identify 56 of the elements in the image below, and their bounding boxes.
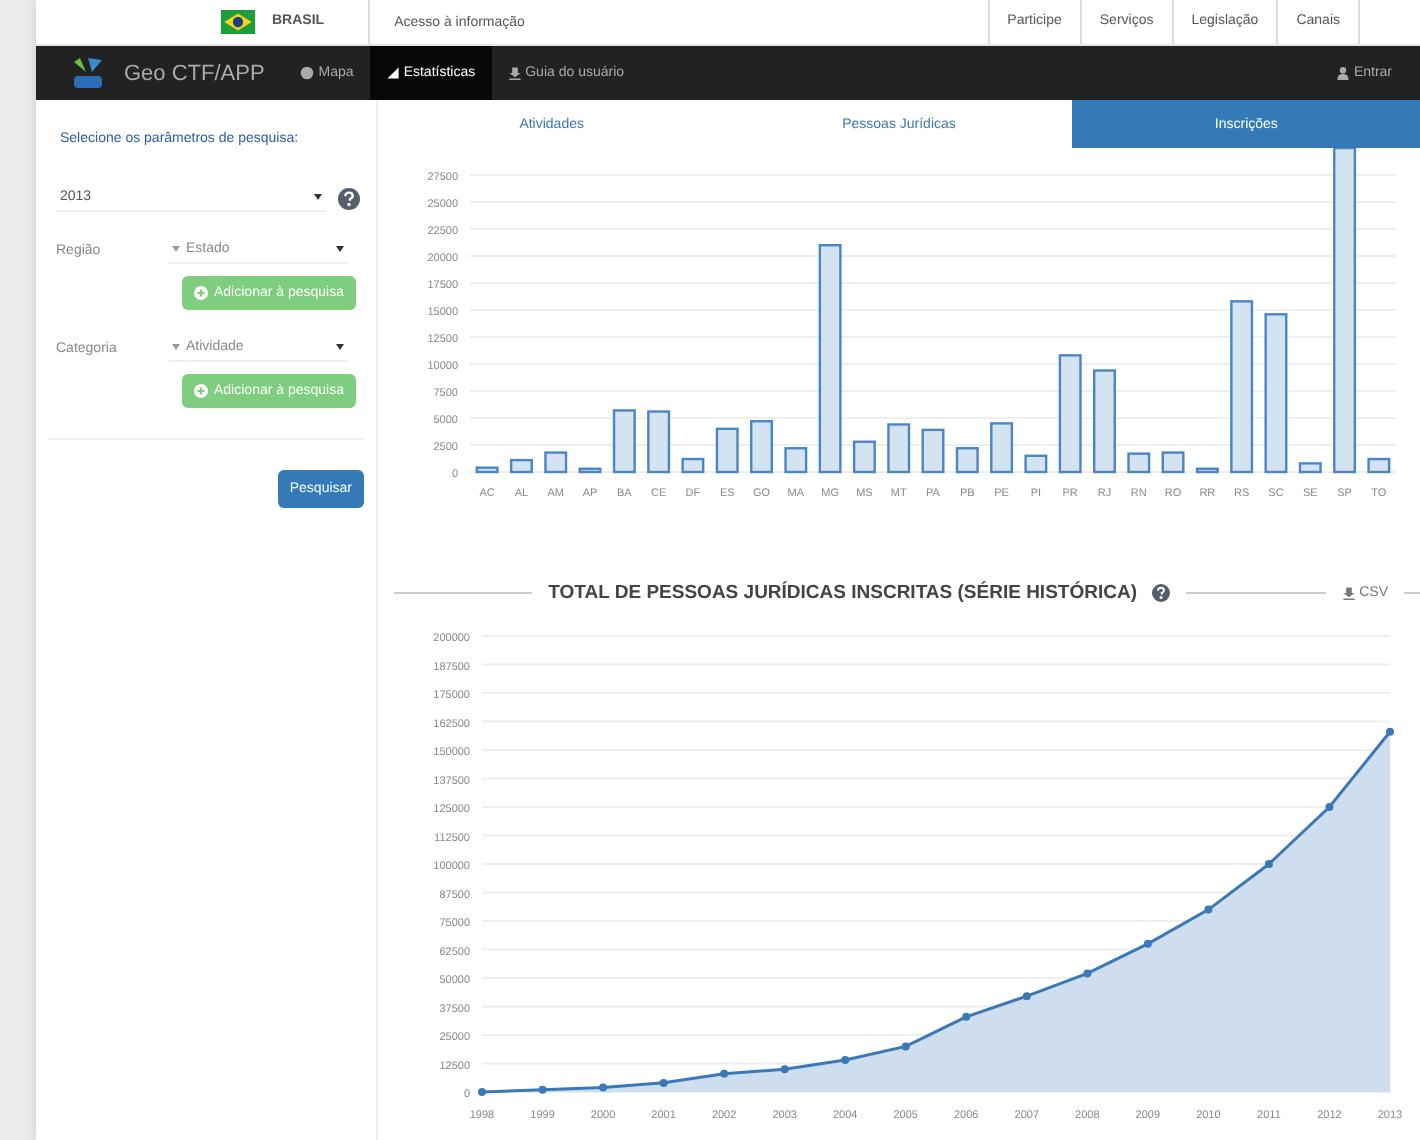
bar [578, 467, 602, 474]
bar [715, 427, 739, 474]
download-icon [507, 66, 522, 80]
data-point [478, 1088, 486, 1096]
bar [1093, 369, 1116, 474]
bar [1024, 454, 1048, 474]
caret-icon [314, 194, 322, 200]
data-point [659, 1078, 668, 1087]
brand-title[interactable]: Geo CTF/APP [124, 61, 265, 85]
chart-title: TOTAL DE PESSOAS JURÍDICAS INSCRITAS (SÉRIE HISTÓRICA) [548, 582, 1137, 604]
data-point [1143, 939, 1152, 948]
data-point [720, 1069, 729, 1078]
bar [852, 440, 876, 474]
download-icon [1341, 586, 1356, 600]
bar [887, 423, 911, 474]
bar [1298, 462, 1322, 474]
data-point [1325, 803, 1334, 811]
bar [544, 451, 568, 474]
data-point [962, 1012, 971, 1021]
bar [990, 422, 1014, 474]
data-point [599, 1083, 608, 1092]
help-icon[interactable] [338, 187, 360, 209]
bar [509, 458, 533, 474]
bar [475, 466, 499, 474]
bar [1127, 452, 1151, 474]
flag-icon [220, 10, 256, 34]
plus-circle-icon [194, 286, 208, 300]
data-point [901, 1042, 910, 1051]
plus-circle-icon [194, 384, 208, 398]
caret-icon [336, 344, 344, 350]
logo-icon[interactable] [68, 53, 108, 93]
bar [1367, 457, 1391, 474]
data-point [1022, 992, 1031, 1001]
bar [921, 428, 945, 474]
user-icon [1335, 66, 1350, 80]
chart-icon [385, 66, 400, 80]
data-point [1204, 905, 1213, 914]
bar [1161, 451, 1185, 474]
caret-icon [172, 344, 180, 350]
data-point [1083, 969, 1092, 978]
bar [1058, 354, 1082, 474]
data-point [538, 1085, 547, 1094]
bar [681, 457, 705, 474]
bar [955, 447, 979, 474]
data-point [1264, 860, 1273, 868]
bar [612, 409, 636, 474]
data-point [841, 1056, 850, 1065]
caret-icon [172, 246, 180, 252]
data-point [780, 1065, 789, 1074]
data-point [1386, 727, 1394, 736]
help-icon[interactable] [1152, 584, 1171, 602]
bar [784, 447, 808, 474]
bar [750, 420, 773, 474]
caret-icon [336, 246, 344, 252]
bar [647, 410, 671, 474]
bar [1195, 467, 1219, 474]
